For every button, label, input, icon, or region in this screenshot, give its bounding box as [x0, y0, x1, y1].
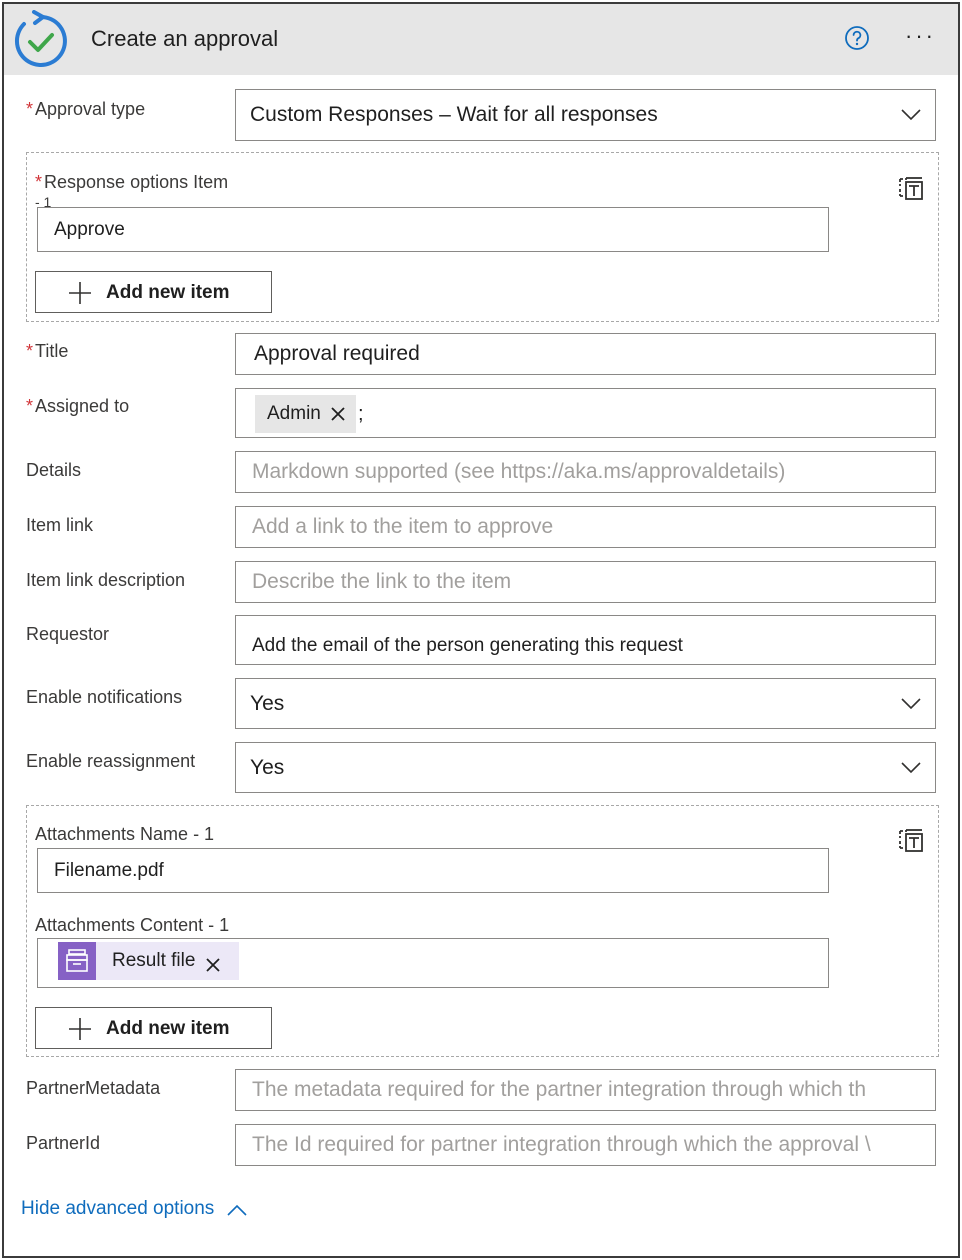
approval-refresh-check-icon: [14, 10, 67, 67]
requestor-input[interactable]: Add the email of the person generating t…: [235, 615, 936, 665]
card-header[interactable]: Create an approval ···: [4, 4, 958, 75]
add-attachment-button[interactable]: Add new item: [35, 1007, 272, 1049]
item-link-description-label: Item link description: [26, 570, 186, 590]
close-icon[interactable]: [330, 406, 346, 422]
partner-metadata-placeholder: The metadata required for the partner in…: [252, 1078, 867, 1101]
enable-notifications-label: Enable notifications: [26, 687, 183, 707]
enable-reassignment-select[interactable]: Yes: [235, 742, 936, 793]
title-value: Approval required: [254, 342, 420, 365]
item-link-label: Item link: [26, 515, 94, 535]
help-icon[interactable]: [844, 25, 870, 51]
assigned-to-token-label: Admin: [267, 403, 321, 424]
partner-metadata-input[interactable]: The metadata required for the partner in…: [235, 1069, 936, 1111]
partner-id-label: PartnerId: [26, 1133, 101, 1153]
result-file-token-label: Result file: [112, 950, 196, 971]
approval-type-select[interactable]: Custom Responses – Wait for all response…: [235, 89, 936, 141]
add-response-option-label: Add new item: [106, 282, 230, 303]
item-link-description-placeholder: Describe the link to the item: [252, 570, 512, 593]
chevron-down-icon: [901, 761, 921, 773]
enable-notifications-select[interactable]: Yes: [235, 678, 936, 729]
approval-card: Create an approval ··· * Approval type Cu…: [2, 2, 960, 1258]
chevron-down-icon: [901, 109, 921, 121]
card-title: Create an approval: [91, 26, 279, 51]
assigned-to-input[interactable]: Admin ;: [235, 388, 936, 438]
delete-item-icon[interactable]: [897, 826, 925, 854]
attachments-content-label: Attachments Content - 1: [35, 915, 230, 935]
approval-type-label: * Approval type: [26, 99, 145, 120]
response-option-input[interactable]: Approve: [37, 207, 829, 252]
add-attachment-label: Add new item: [106, 1018, 230, 1039]
plus-icon: [69, 1018, 91, 1040]
response-options-label: * Response options Item: [35, 172, 228, 193]
partner-metadata-label: PartnerMetadata: [26, 1078, 161, 1098]
item-link-description-input[interactable]: Describe the link to the item: [235, 561, 936, 603]
assigned-to-token[interactable]: Admin: [255, 395, 356, 433]
attachments-name-input[interactable]: Filename.pdf: [37, 848, 829, 893]
assigned-to-separator: ;: [358, 403, 364, 425]
attachments-content-input[interactable]: Result file: [37, 938, 829, 988]
attachments-name-value: Filename.pdf: [54, 859, 164, 881]
title-label-text: Title: [35, 341, 69, 361]
enable-reassignment-label: Enable reassignment: [26, 751, 196, 771]
details-label: Details: [26, 460, 82, 480]
file-content-icon: [58, 942, 96, 980]
response-option-value: Approve: [54, 218, 125, 240]
hide-advanced-options-link[interactable]: Hide advanced options: [21, 1198, 247, 1220]
chevron-down-icon: [901, 697, 921, 709]
approval-type-value: Custom Responses – Wait for all response…: [250, 103, 658, 126]
item-link-input[interactable]: Add a link to the item to approve: [235, 506, 936, 548]
chevron-up-icon: [227, 1204, 247, 1216]
more-icon[interactable]: ···: [905, 24, 941, 54]
assigned-to-label-text: Assigned to: [35, 396, 130, 416]
add-response-option-button[interactable]: Add new item: [35, 271, 272, 313]
title-label: * Title: [26, 341, 68, 362]
title-input[interactable]: Approval required: [235, 333, 936, 375]
approval-type-label-text: Approval type: [35, 99, 146, 119]
partner-id-placeholder: The Id required for partner integration …: [252, 1133, 871, 1156]
required-mark: *: [26, 341, 34, 361]
item-link-placeholder: Add a link to the item to approve: [252, 515, 554, 538]
assigned-to-label: * Assigned to: [26, 396, 129, 417]
enable-notifications-value: Yes: [250, 691, 285, 715]
required-mark: *: [26, 396, 34, 416]
result-file-token[interactable]: Result file: [58, 942, 239, 980]
delete-item-icon[interactable]: [897, 174, 925, 202]
requestor-value: Add the email of the person generating t…: [252, 635, 683, 656]
hide-advanced-options-label: Hide advanced options: [21, 1198, 215, 1219]
attachments-name-label: Attachments Name - 1: [35, 824, 215, 844]
required-mark: *: [35, 172, 43, 192]
enable-reassignment-value: Yes: [250, 755, 285, 779]
close-icon[interactable]: [205, 957, 221, 973]
required-mark: *: [26, 99, 34, 119]
requestor-label: Requestor: [26, 624, 110, 644]
partner-id-input[interactable]: The Id required for partner integration …: [235, 1124, 936, 1166]
details-input[interactable]: Markdown supported (see https://aka.ms/a…: [235, 451, 936, 493]
details-placeholder: Markdown supported (see https://aka.ms/a…: [252, 460, 786, 483]
plus-icon: [69, 282, 91, 304]
response-options-label-text: Response options Item: [44, 172, 229, 192]
